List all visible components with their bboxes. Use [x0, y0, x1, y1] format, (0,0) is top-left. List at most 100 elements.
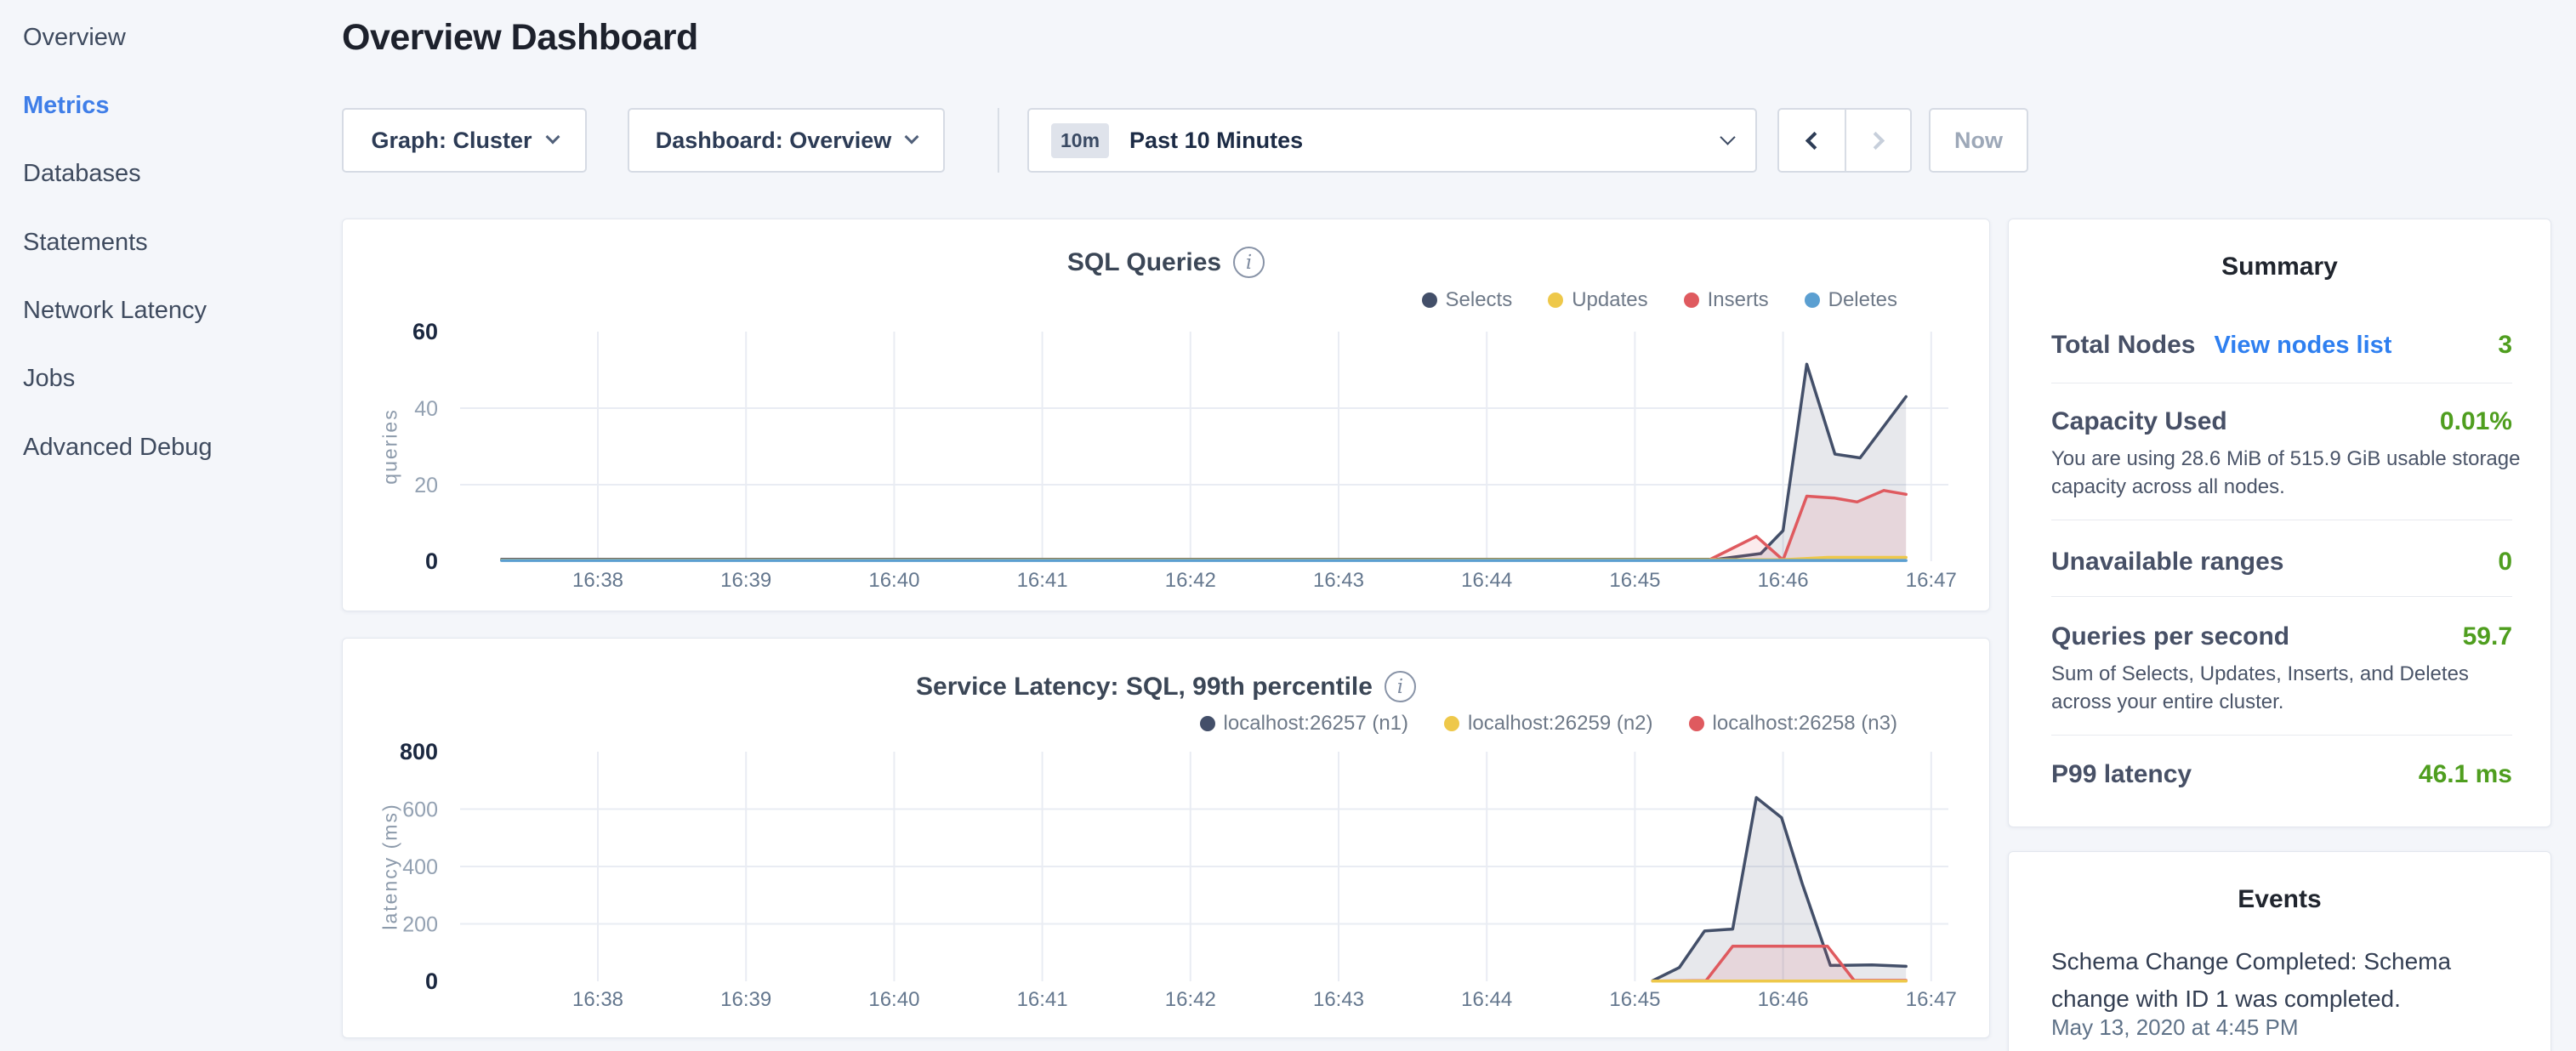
sidebar-item-overview[interactable]: Overview [23, 20, 126, 54]
summary-row-description: You are using 28.6 MiB of 515.9 GiB usab… [2051, 445, 2521, 501]
legend-label: Updates [1572, 288, 1647, 312]
svg-text:20: 20 [414, 474, 438, 497]
time-step-buttons [1777, 108, 1912, 173]
svg-text:16:39: 16:39 [720, 988, 771, 1011]
summary-row-label: Total Nodes [2051, 331, 2195, 360]
page-title: Overview Dashboard [342, 17, 698, 59]
sidebar-item-statements[interactable]: Statements [23, 225, 148, 259]
y-axis-title: latency (ms) [379, 803, 402, 929]
chevron-left-icon [1805, 131, 1823, 149]
time-range-badge: 10m [1051, 123, 1109, 158]
svg-text:16:38: 16:38 [572, 988, 623, 1011]
svg-text:16:42: 16:42 [1165, 569, 1216, 592]
divider [2051, 596, 2512, 597]
chevron-down-icon [905, 130, 919, 145]
chevron-down-icon [1720, 129, 1735, 145]
svg-text:16:44: 16:44 [1461, 569, 1512, 592]
time-range-selector[interactable]: 10m Past 10 Minutes [1027, 108, 1757, 173]
event-message: Schema Change Completed: Schema change w… [2051, 943, 2470, 1018]
svg-text:16:42: 16:42 [1165, 988, 1216, 1011]
chevron-right-icon [1867, 131, 1885, 149]
summary-title: Summary [2009, 253, 2550, 281]
sidebar-item-advanced-debug[interactable]: Advanced Debug [23, 430, 213, 464]
chart-legend: localhost:26257 (n1) localhost:26259 (n2)… [1200, 711, 1897, 736]
event-timestamp: May 13, 2020 at 4:45 PM [2051, 1014, 2299, 1041]
sidebar-item-databases[interactable]: Databases [23, 156, 141, 190]
svg-text:16:40: 16:40 [868, 569, 919, 592]
graph-scope-label: Graph: Cluster [371, 128, 532, 154]
legend-dot-icon [1548, 293, 1563, 308]
svg-text:16:45: 16:45 [1609, 569, 1660, 592]
legend-dot-icon [1444, 716, 1459, 731]
sidebar-item-jobs[interactable]: Jobs [23, 361, 75, 395]
graph-scope-dropdown[interactable]: Graph: Cluster [342, 108, 587, 173]
chart-title: SQL Queries [1067, 248, 1221, 277]
info-icon[interactable]: i [1385, 671, 1416, 702]
summary-panel: Summary Total Nodes View nodes list 3 Ca… [2008, 219, 2551, 827]
legend-label: Selects [1446, 288, 1513, 312]
divider [2051, 735, 2512, 736]
summary-row-value: 0 [2498, 548, 2512, 577]
svg-text:600: 600 [402, 798, 438, 822]
legend-label: Inserts [1708, 288, 1769, 312]
svg-text:0: 0 [425, 548, 438, 574]
previous-time-button[interactable] [1779, 110, 1845, 171]
svg-text:16:41: 16:41 [1017, 988, 1068, 1011]
dashboard-label: Dashboard: Overview [656, 128, 892, 154]
chart-legend: Selects Updates Inserts Deletes [1422, 287, 1898, 313]
legend-item: localhost:26257 (n1) [1200, 712, 1408, 736]
summary-row-label: Queries per second [2051, 622, 2289, 651]
controls-divider [998, 108, 999, 173]
svg-text:16:43: 16:43 [1313, 569, 1364, 592]
events-title: Events [2009, 885, 2550, 914]
svg-text:800: 800 [400, 739, 438, 764]
summary-row-value: 0.01% [2440, 407, 2512, 436]
summary-row-label: P99 latency [2051, 760, 2192, 789]
legend-dot-icon [1805, 293, 1820, 308]
summary-row-unavailable-ranges: Unavailable ranges 0 [2051, 548, 2512, 577]
legend-item: Deletes [1805, 288, 1897, 312]
svg-text:0: 0 [425, 969, 438, 994]
chevron-down-icon [545, 130, 560, 145]
svg-text:200: 200 [402, 913, 438, 937]
svg-text:40: 40 [414, 397, 438, 421]
sidebar-item-network-latency[interactable]: Network Latency [23, 293, 207, 327]
svg-text:16:39: 16:39 [720, 569, 771, 592]
info-icon[interactable]: i [1233, 247, 1265, 278]
dashboard-dropdown[interactable]: Dashboard: Overview [628, 108, 945, 173]
svg-text:16:47: 16:47 [1906, 988, 1957, 1011]
chart-title: Service Latency: SQL, 99th percentile [916, 673, 1373, 702]
legend-dot-icon [1689, 716, 1704, 731]
summary-row-value: 59.7 [2463, 622, 2512, 651]
summary-row-value: 3 [2498, 331, 2512, 360]
legend-dot-icon [1200, 716, 1215, 731]
legend-label: localhost:26258 (n3) [1713, 712, 1897, 736]
summary-row-total-nodes: Total Nodes View nodes list 3 [2051, 331, 2512, 360]
view-nodes-list-link[interactable]: View nodes list [2214, 332, 2391, 360]
legend-item: localhost:26259 (n2) [1444, 712, 1652, 736]
time-range-label: Past 10 Minutes [1129, 128, 1303, 154]
svg-text:16:46: 16:46 [1758, 988, 1809, 1011]
svg-text:16:43: 16:43 [1313, 988, 1364, 1011]
legend-dot-icon [1422, 293, 1437, 308]
svg-text:16:41: 16:41 [1017, 569, 1068, 592]
legend-item: localhost:26258 (n3) [1689, 712, 1897, 736]
y-axis-title: queries [379, 408, 402, 484]
legend-label: Deletes [1828, 288, 1897, 312]
now-button[interactable]: Now [1929, 108, 2028, 173]
svg-text:60: 60 [412, 319, 438, 344]
svg-text:16:47: 16:47 [1906, 569, 1957, 592]
sql-queries-plot: 16:38 16:39 16:40 16:41 16:42 16:43 16:44 16:45… [343, 219, 1991, 611]
sql-queries-chart-card: SQL Queries i Selects Updates Inserts Delet… [342, 219, 1990, 611]
next-time-button[interactable] [1845, 110, 1910, 171]
summary-row-label: Capacity Used [2051, 407, 2227, 436]
service-latency-chart-card: Service Latency: SQL, 99th percentile i … [342, 638, 1990, 1038]
svg-text:16:38: 16:38 [572, 569, 623, 592]
events-panel: Events Schema Change Completed: Schema c… [2008, 851, 2551, 1051]
legend-item: Inserts [1684, 288, 1769, 312]
summary-row-queries-per-second: Queries per second 59.7 [2051, 622, 2512, 651]
sidebar-item-metrics[interactable]: Metrics [23, 88, 110, 122]
cockroachdb-admin-ui: Overview Metrics Databases Statements Ne… [0, 0, 2576, 1051]
svg-text:16:45: 16:45 [1609, 988, 1660, 1011]
summary-row-capacity-used: Capacity Used 0.01% [2051, 407, 2512, 436]
